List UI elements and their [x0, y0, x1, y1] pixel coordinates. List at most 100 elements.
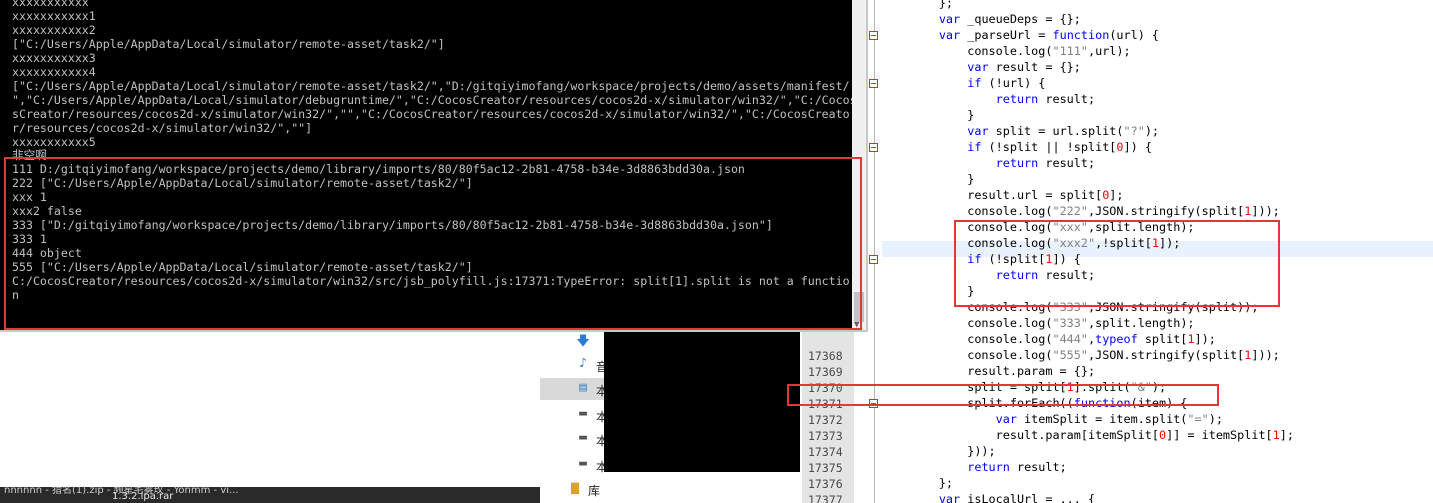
console-line: xxx2 false — [12, 204, 82, 219]
code-token: ,JSON.stringify(split[ — [1087, 348, 1245, 362]
code-line: console.log("222",JSON.stringify(split[1… — [882, 203, 1280, 219]
nav-item-drive-2[interactable]: ▬ 本 — [540, 428, 608, 450]
console-line: ["C:/Users/Apple/AppData/Local/simulator… — [12, 36, 445, 51]
code-line: console.log("444",typeof split[1]); — [882, 331, 1216, 347]
code-token: isLocalUrl = ... { — [960, 492, 1096, 503]
fold-toggle-icon[interactable] — [869, 31, 878, 40]
code-token: "444" — [1052, 332, 1088, 346]
code-token: ); — [1144, 124, 1160, 138]
fold-toggle-icon[interactable] — [869, 255, 878, 264]
code-token: ,!split[ — [1095, 236, 1152, 250]
fold-toggle-icon[interactable] — [869, 399, 878, 408]
code-token: result; — [1038, 156, 1096, 170]
code-line: console.log("111",url); — [882, 43, 1131, 59]
nav-item-music[interactable]: ♪ 音 — [540, 354, 608, 376]
code-token: result; — [1009, 460, 1067, 474]
code-token: "555" — [1052, 348, 1088, 362]
code-token: console.log( — [882, 332, 1053, 346]
code-token: 1 — [1187, 332, 1195, 346]
console-line: xxxxxxxxxxx — [12, 0, 89, 9]
code-token: return — [995, 156, 1039, 170]
code-token: itemSplit = item.split( — [1016, 412, 1188, 426]
console-line: 222 ["C:/Users/Apple/AppData/Local/simul… — [12, 176, 473, 191]
console-scrollbar[interactable]: ▼ — [852, 0, 866, 330]
code-token: ]; — [1109, 188, 1124, 202]
desktop-file-label[interactable]: 1.3.2.ipa.rar — [112, 491, 173, 502]
console-line: r/resources/cocos2d-x/simulator/win32/",… — [12, 120, 313, 135]
code-line: var itemSplit = item.split("="); — [882, 411, 1223, 427]
code-token: var — [938, 28, 961, 42]
code-token: _queueDeps = {}; — [960, 12, 1081, 26]
code-token: var — [967, 60, 989, 74]
line-number: 17377 — [808, 493, 843, 503]
code-token: "xxx" — [1052, 220, 1088, 234]
code-token: result; — [1038, 268, 1096, 282]
code-line: return result; — [882, 267, 1095, 283]
nav-item-downloads[interactable]: 🡇 — [540, 332, 608, 354]
console-output: xxxxxxxxxxx xxxxxxxxxxx1 xxxxxxxxxxx2 ["C:/… — [12, 0, 857, 303]
code-token: var — [995, 412, 1017, 426]
code-token: if — [967, 76, 982, 90]
code-token: var — [938, 12, 961, 26]
nav-item-computer[interactable]: ▤ 本 — [540, 378, 608, 400]
code-token: ,url); — [1087, 44, 1131, 58]
code-token: "333" — [1052, 300, 1088, 314]
code-line: return result; — [882, 155, 1095, 171]
code-line: console.log("333",JSON.stringify(split))… — [882, 299, 1258, 315]
line-number: 17368 — [808, 349, 843, 363]
code-token: result.param[itemSplit[ — [882, 428, 1159, 442]
code-token: "=" — [1187, 412, 1209, 426]
nav-item-library[interactable]: ▆ 库 — [536, 478, 604, 500]
music-icon: ♪ — [579, 356, 587, 371]
computer-icon: ▤ — [579, 380, 587, 395]
code-token: ]) { — [1052, 252, 1081, 266]
scroll-down-arrow-icon[interactable]: ▼ — [854, 320, 859, 330]
code-token: split.forEach(( — [882, 396, 1074, 410]
nav-item-drive-1[interactable]: ▬ 本 — [540, 404, 608, 426]
code-token: console.log( — [882, 348, 1053, 362]
code-line: console.log("xxx",split.length); — [882, 219, 1194, 235]
code-token: result; — [1038, 92, 1096, 106]
scrollbar-thumb[interactable] — [854, 292, 864, 322]
fold-toggle-icon[interactable] — [869, 143, 878, 152]
code-token: ])); — [1251, 348, 1280, 362]
code-token: "?" — [1123, 124, 1145, 138]
code-token: (url) { — [1109, 28, 1160, 42]
code-line: })); — [882, 443, 995, 459]
code-line: if (!url) { — [882, 75, 1045, 91]
code-token: }; — [882, 0, 954, 10]
code-line: console.log("xxx2",!split[1]); — [882, 235, 1180, 251]
code-token: split = split[ — [882, 380, 1067, 394]
fold-toggle-icon[interactable] — [869, 79, 878, 88]
console-line: xxxxxxxxxxx3 — [12, 50, 96, 65]
line-number: 17373 — [808, 429, 843, 443]
code-token: 1 — [1151, 236, 1160, 250]
code-token: function — [1052, 28, 1110, 42]
code-token: split[ — [1137, 332, 1188, 346]
code-token: } — [882, 284, 975, 298]
code-token: if — [967, 140, 982, 154]
code-token: _parseUrl = — [960, 28, 1053, 42]
console-window[interactable]: xxxxxxxxxxx xxxxxxxxxxx1 xxxxxxxxxxx2 ["C:/… — [0, 0, 868, 332]
code-line: if (!split[1]) { — [882, 251, 1081, 267]
line-number: 17370 — [808, 381, 843, 395]
code-token: ]); — [1159, 236, 1181, 250]
code-token: "xxx2" — [1052, 236, 1096, 250]
code-token: ]] = itemSplit[ — [1166, 428, 1273, 442]
code-token: ); — [1151, 380, 1167, 394]
nav-item-drive-3[interactable]: ▬ 本 — [540, 454, 608, 476]
code-editor[interactable]: 17368 17369 17370 17371 17372 17373 17374 17375… — [802, 0, 1433, 503]
code-line: var split = url.split("?"); — [882, 123, 1159, 139]
code-area[interactable]: }; var _queueDeps = {}; var _parseUrl = … — [882, 0, 1433, 503]
console-line: xxx 1 — [12, 190, 47, 205]
code-token: "222" — [1052, 204, 1088, 218]
code-token: } — [882, 108, 975, 122]
